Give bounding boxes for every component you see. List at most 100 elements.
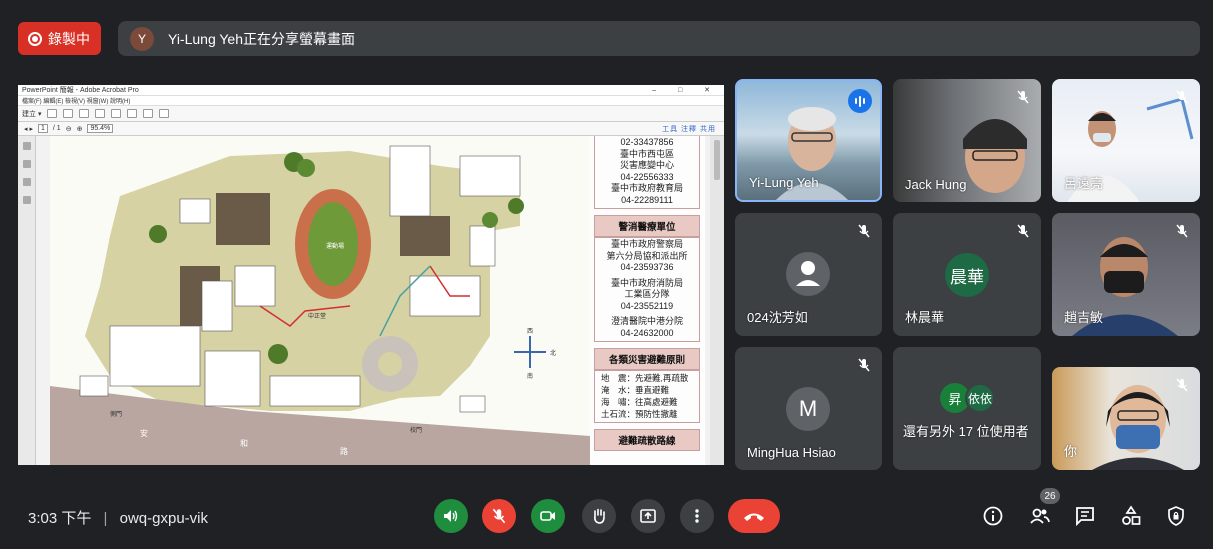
camera-button[interactable] bbox=[531, 499, 565, 533]
street-label: 路 bbox=[340, 446, 348, 456]
participant-name: 你 bbox=[1064, 444, 1078, 459]
signature-icon bbox=[22, 196, 31, 204]
default-avatar-icon bbox=[786, 252, 830, 296]
presenting-text: Yi-Lung Yeh正在分享螢幕畫面 bbox=[168, 30, 355, 47]
page-total: / 1 bbox=[52, 125, 61, 132]
participant-tile[interactable]: Jack Hung bbox=[893, 79, 1041, 202]
hang-up-icon bbox=[744, 513, 764, 521]
tree bbox=[482, 212, 498, 228]
participant-tile[interactable]: 024沈芳如 bbox=[735, 213, 882, 336]
rule-item: 土石流：預防性撤離 bbox=[601, 409, 678, 419]
leave-call-button[interactable] bbox=[728, 499, 780, 533]
bookmark-icon bbox=[22, 160, 31, 168]
mic-off-icon bbox=[1017, 90, 1029, 104]
meeting-time: 3:03 下午 bbox=[28, 510, 92, 527]
participant-name: MingHua Hsiao bbox=[747, 445, 836, 460]
self-tile[interactable]: 你 bbox=[1052, 367, 1200, 470]
unit-name: 臺中市西屯區 災害應變中心 bbox=[619, 148, 674, 171]
tree bbox=[149, 225, 167, 243]
zoom-in-icon: ⊕ bbox=[76, 125, 83, 133]
more-participants-tile[interactable]: 昇 依依 還有另外 17 位使用者 bbox=[893, 347, 1041, 470]
phone: 04-23593736 bbox=[620, 262, 674, 272]
mic-off-icon bbox=[1176, 378, 1188, 392]
acrobat-sidebar bbox=[18, 136, 36, 465]
unit-name: 臺中市政府教育局 bbox=[610, 183, 683, 193]
mic-off-icon bbox=[492, 508, 506, 524]
building bbox=[469, 225, 496, 267]
more-participants-label: 還有另外 17 位使用者 bbox=[903, 424, 1029, 439]
tree bbox=[508, 198, 524, 214]
more-vert-icon bbox=[695, 509, 699, 523]
save-icon bbox=[63, 109, 74, 118]
phone: 04-23552119 bbox=[620, 300, 674, 311]
participant-tile[interactable]: 呂遠亮 bbox=[1052, 79, 1200, 202]
mic-off-icon bbox=[858, 224, 870, 238]
people-button[interactable] bbox=[1027, 503, 1053, 529]
participant-name: 林晨華 bbox=[905, 310, 945, 325]
phone: 04-24632000 bbox=[620, 327, 674, 338]
hand-icon bbox=[594, 508, 605, 524]
bottom-bar: 3:03 下午 | owq-gxpu-vik bbox=[0, 477, 1213, 549]
print-icon bbox=[79, 109, 90, 118]
speaking-indicator-icon bbox=[848, 89, 872, 113]
building bbox=[216, 193, 270, 245]
info-icon bbox=[983, 506, 1003, 526]
activities-icon bbox=[1122, 505, 1141, 525]
more-options-button[interactable] bbox=[680, 499, 714, 533]
raise-hand-button[interactable] bbox=[582, 499, 616, 533]
compass-east: 北 bbox=[550, 349, 556, 357]
settings-icon bbox=[111, 109, 122, 118]
phone: 02-33437856 bbox=[620, 137, 674, 147]
chat-button[interactable] bbox=[1072, 503, 1098, 529]
create-menu: 建立 ▾ bbox=[22, 110, 42, 118]
contact-block: 02-33437856 臺中市西屯區 災害應變中心 04-22556333 臺中… bbox=[594, 136, 700, 209]
mic-off-icon bbox=[1176, 224, 1188, 238]
camera-icon bbox=[540, 511, 555, 521]
pdf-page: 西 北 南 運動場 中正堂 側門 校門 安 和 路 02-33437856 臺中… bbox=[50, 136, 705, 465]
meeting-details-button[interactable] bbox=[980, 503, 1006, 529]
participant-name: 趙吉敏 bbox=[1064, 310, 1104, 325]
building bbox=[204, 350, 261, 407]
participant-count-badge: 26 bbox=[1040, 488, 1060, 504]
chat-icon bbox=[1076, 507, 1094, 527]
participant-tile[interactable]: 晨華 林晨華 bbox=[893, 213, 1041, 336]
presenting-banner: Y Yi-Lung Yeh正在分享螢幕畫面 bbox=[118, 21, 1200, 56]
rules-block: 地 震：先避難,再疏散 淹 水：垂直避難 海 嘯：往高處避難 土石流：預防性撤離 bbox=[594, 370, 700, 423]
tree bbox=[297, 159, 315, 177]
present-button[interactable] bbox=[631, 499, 665, 533]
record-icon bbox=[28, 31, 42, 46]
speaker-button[interactable] bbox=[434, 499, 468, 533]
tree bbox=[268, 344, 288, 364]
street-label: 和 bbox=[240, 439, 248, 448]
building bbox=[201, 280, 233, 332]
section-heading: 各類災害避難原則 bbox=[594, 348, 700, 370]
participant-avatar: 依依 bbox=[965, 383, 995, 413]
compass-north: 西 bbox=[527, 328, 533, 335]
presenter-avatar: Y bbox=[130, 26, 154, 51]
participant-avatar: 晨華 bbox=[945, 253, 989, 297]
recording-label: 錄製中 bbox=[48, 30, 90, 47]
building bbox=[269, 375, 361, 407]
shared-screen: PowerPoint 簡報 - Adobe Acrobat Pro – □ ✕ … bbox=[18, 85, 724, 465]
building bbox=[400, 216, 450, 256]
sign-icon bbox=[143, 109, 154, 118]
recording-indicator[interactable]: 錄製中 bbox=[18, 22, 101, 55]
participant-tile[interactable]: Yi-Lung Yeh bbox=[735, 79, 882, 202]
mic-off-icon bbox=[858, 358, 870, 372]
participant-tile[interactable]: 趙吉敏 bbox=[1052, 213, 1200, 336]
acrobat-toolbar: 建立 ▾ bbox=[18, 106, 724, 122]
activities-button[interactable] bbox=[1118, 503, 1144, 529]
participant-avatar: M bbox=[786, 387, 830, 431]
microphone-button[interactable] bbox=[482, 499, 516, 533]
email-icon bbox=[95, 109, 106, 118]
page-number: 1 bbox=[37, 124, 48, 133]
host-controls-button[interactable] bbox=[1163, 503, 1189, 529]
meeting-info: 3:03 下午 | owq-gxpu-vik bbox=[28, 507, 208, 528]
unit-name: 臺中市政府消防局 工業區分隊 bbox=[610, 277, 683, 300]
building bbox=[459, 155, 521, 197]
gate-label: 校門 bbox=[410, 426, 422, 434]
speaker-icon bbox=[444, 510, 458, 522]
comment-icon bbox=[127, 109, 138, 118]
participant-tile[interactable]: M MingHua Hsiao bbox=[735, 347, 882, 470]
participant-name: 呂遠亮 bbox=[1064, 176, 1104, 191]
